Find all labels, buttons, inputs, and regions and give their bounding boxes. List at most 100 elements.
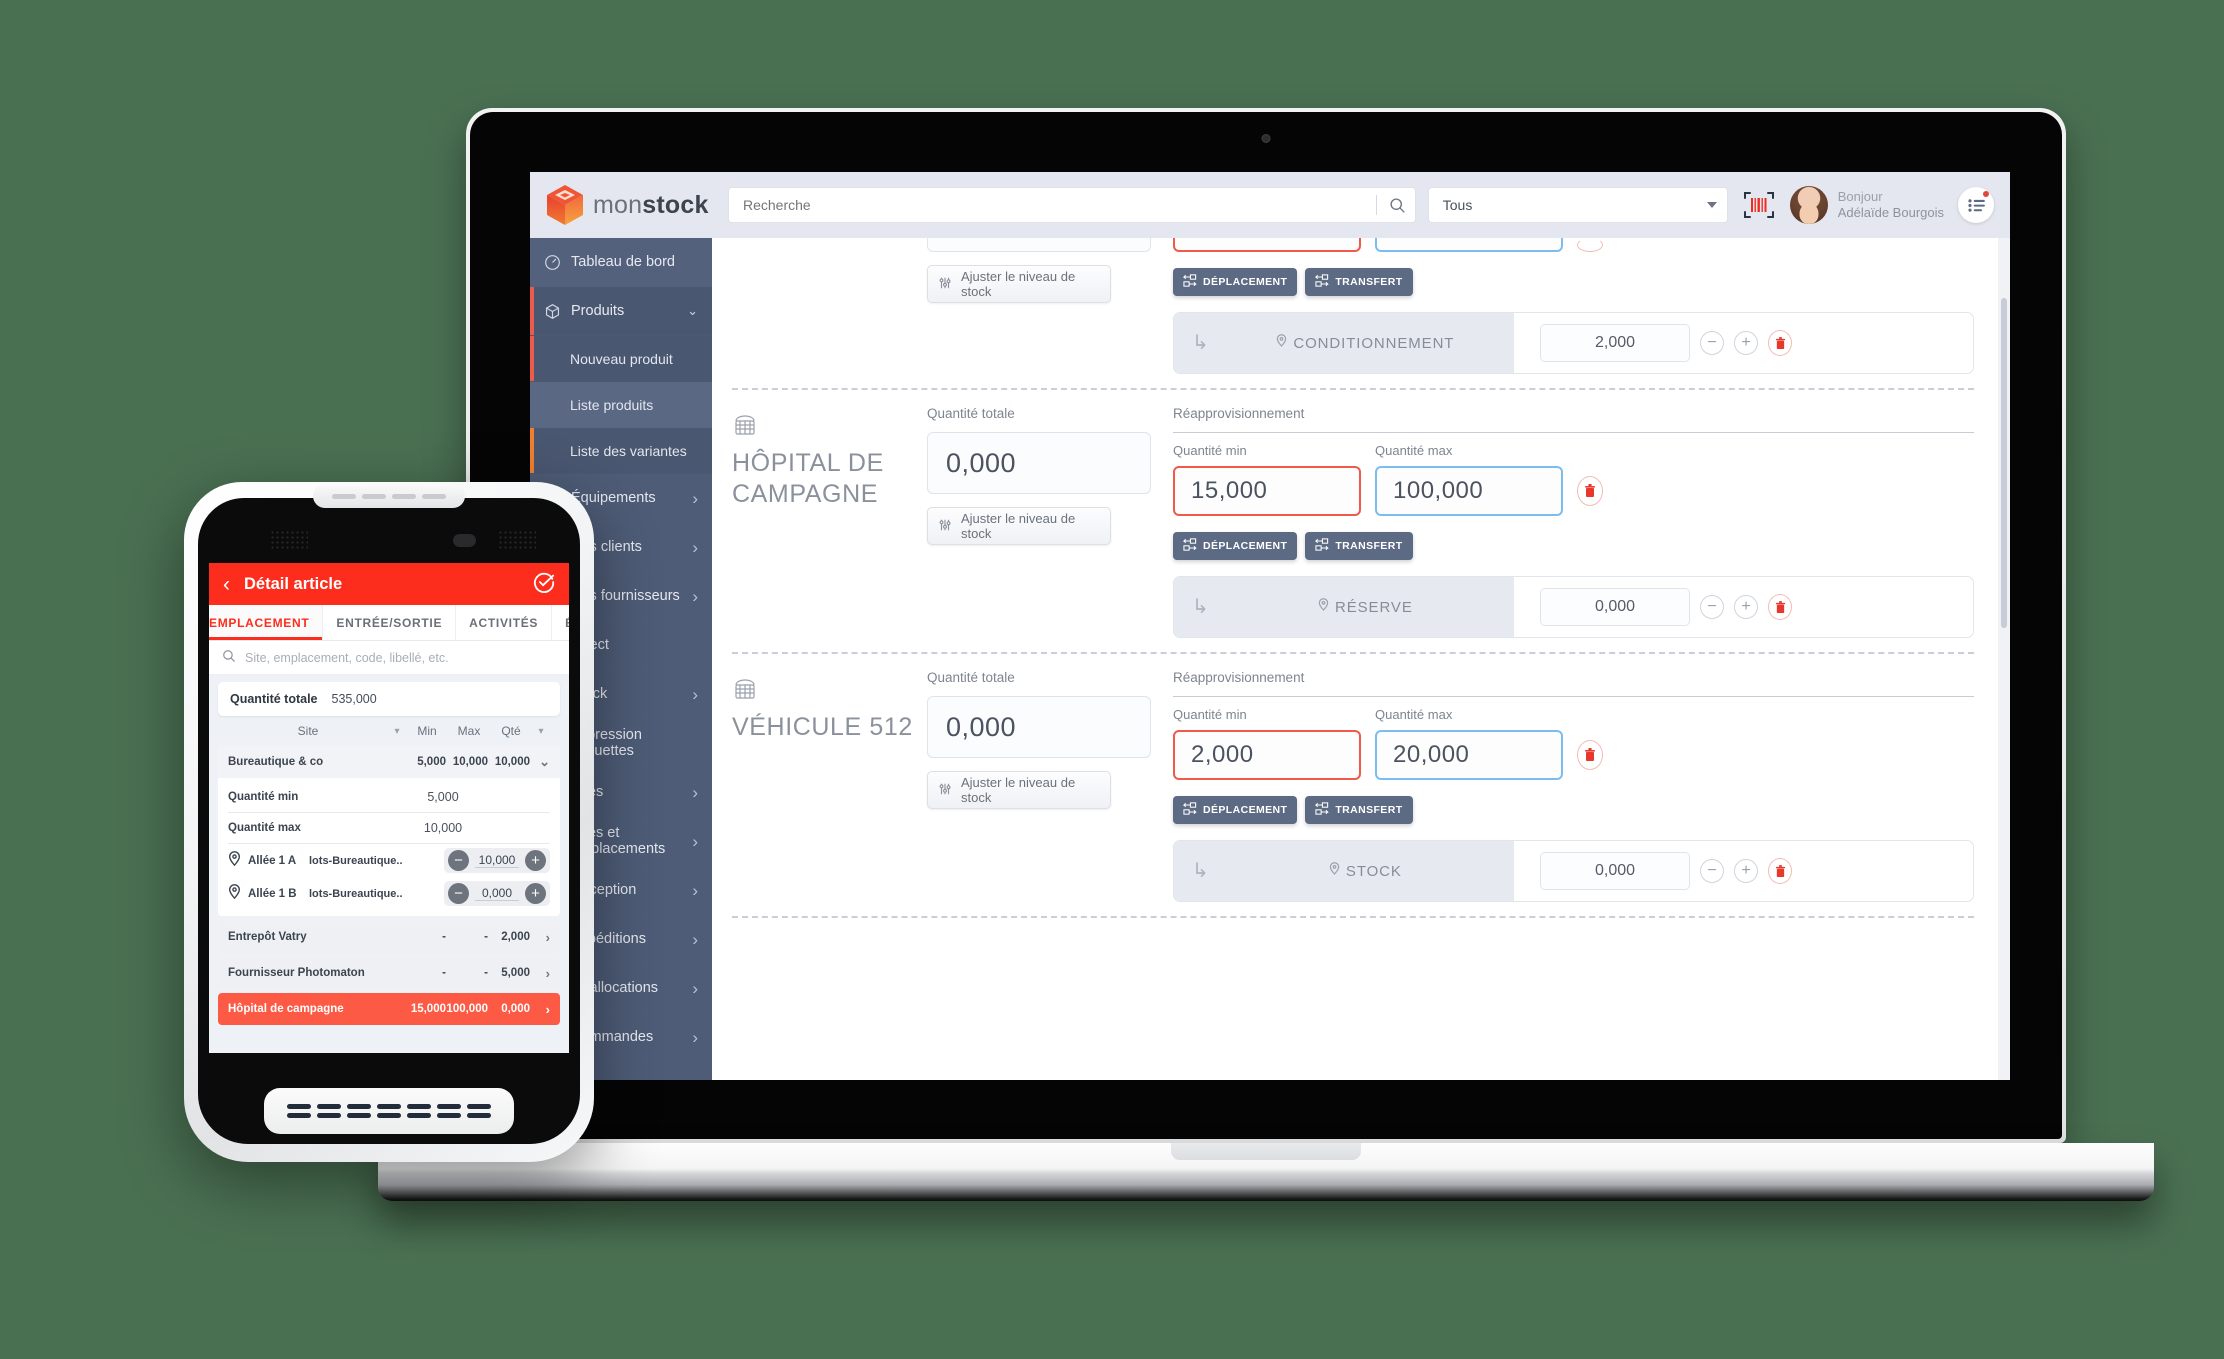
delete-site-button[interactable] xyxy=(1577,740,1603,770)
webcam-icon xyxy=(1261,134,1271,143)
quantite-min-input[interactable] xyxy=(1173,238,1361,252)
minus-icon[interactable]: − xyxy=(448,850,469,871)
qty-value[interactable]: 10,000 xyxy=(475,853,519,868)
detail-min-value[interactable]: 5,000 xyxy=(336,790,550,804)
quantite-max-input[interactable]: 20,000 xyxy=(1375,730,1563,780)
sort-icon-site[interactable]: ▾ xyxy=(388,726,406,737)
total-input-partial[interactable] xyxy=(927,238,1151,252)
quantite-min-input[interactable]: 2,000 xyxy=(1173,730,1361,780)
search-input[interactable] xyxy=(743,197,1368,213)
quantite-totale-input[interactable]: 0,000 xyxy=(927,432,1151,494)
chevron-right-icon: › xyxy=(692,537,698,557)
chevron-right-icon[interactable]: › xyxy=(530,966,550,981)
quantite-totale-input[interactable]: 0,000 xyxy=(927,696,1151,758)
header-max: Max xyxy=(457,724,481,738)
minus-icon[interactable]: − xyxy=(1700,859,1724,883)
quantite-max-input[interactable]: 100,000 xyxy=(1375,466,1563,516)
location-qty-input[interactable]: 2,000 xyxy=(1540,324,1690,362)
table-row[interactable]: Entrepôt Vatry - - 2,000 › xyxy=(218,921,560,953)
detail-min-label: Quantité min xyxy=(228,791,299,803)
minus-icon[interactable]: − xyxy=(448,883,469,904)
sidebar-item-tableau-de-bord[interactable]: Tableau de bord xyxy=(530,238,712,287)
deplacement-button[interactable]: DÉPLACEMENT xyxy=(1173,532,1298,560)
phone-search-bar[interactable]: Site, emplacement, code, libellé, etc. xyxy=(209,641,569,675)
list-menu-icon[interactable] xyxy=(1958,187,1994,223)
screenshot-stage: monstock Recherche Tous Bonjour Adélaïde… xyxy=(0,0,2224,1359)
chevron-right-icon[interactable]: › xyxy=(530,1002,550,1017)
site-label xyxy=(732,238,927,374)
branch-arrow-icon: ↳ xyxy=(1192,332,1209,354)
header-site: Site xyxy=(297,724,319,738)
delete-location-button[interactable] xyxy=(1768,330,1792,356)
quantite-max-label: Quantité max xyxy=(1375,443,1453,458)
chevron-up-icon[interactable]: ⌄ xyxy=(530,754,550,770)
laptop-device: monstock Recherche Tous Bonjour Adélaïde… xyxy=(378,108,2154,1201)
delete-site-button[interactable] xyxy=(1577,476,1603,506)
map-pin-icon xyxy=(1329,862,1340,880)
search-divider xyxy=(1375,195,1377,215)
brand-text: monstock xyxy=(593,191,709,220)
sidebar-item-produits[interactable]: Produits ⌄ xyxy=(530,287,712,336)
sort-icon-qte[interactable]: ▾ xyxy=(532,726,550,737)
check-circle-icon[interactable] xyxy=(533,571,555,598)
search-bar[interactable] xyxy=(728,187,1416,223)
greeting-text: Bonjour xyxy=(1837,189,1883,204)
quantite-max-input[interactable] xyxy=(1375,238,1563,252)
sidebar-subitem-nouveau-produit[interactable]: Nouveau produit xyxy=(530,336,712,382)
chevron-left-icon[interactable]: ‹ xyxy=(223,574,230,595)
adjust-stock-button[interactable]: Ajuster le niveau de stock xyxy=(927,507,1111,545)
transfert-button[interactable]: TRANSFERT xyxy=(1305,268,1413,296)
row-qte: 0,000 xyxy=(501,1003,530,1015)
plus-icon[interactable]: + xyxy=(1734,859,1758,883)
plus-icon[interactable]: + xyxy=(1734,595,1758,619)
location-right: 2,000 − + xyxy=(1514,324,1973,362)
minus-icon[interactable]: − xyxy=(1700,331,1724,355)
table-row[interactable]: Bureautique & co 5,000 10,000 10,000 ⌄ xyxy=(218,746,560,778)
submenu-indicator xyxy=(530,428,534,473)
scrollbar-thumb[interactable] xyxy=(2001,298,2007,628)
phone-screen: ‹ Détail article EMPLACEMENT ENTRÉE/SORT… xyxy=(209,563,569,1053)
filter-select[interactable]: Tous xyxy=(1427,187,1728,223)
chevron-right-icon[interactable]: › xyxy=(530,930,550,945)
map-pin-icon xyxy=(228,850,241,871)
transfert-button[interactable]: TRANSFERT xyxy=(1305,532,1413,560)
brand-logo[interactable]: monstock xyxy=(546,184,728,226)
table-row[interactable]: Hôpital de campagne 15,000 100,000 0,000… xyxy=(218,993,560,1025)
delete-location-button[interactable] xyxy=(1768,858,1792,884)
tab-equivalent[interactable]: ÉQUIVALENT xyxy=(552,605,569,640)
quantite-min-input[interactable]: 15,000 xyxy=(1173,466,1361,516)
sidebar-subitem-liste-des-variantes[interactable]: Liste des variantes xyxy=(530,428,712,474)
header-qte: Qté xyxy=(501,724,521,738)
qty-value[interactable]: 0,000 xyxy=(475,886,519,901)
map-pin-icon xyxy=(1318,598,1329,616)
deplacement-button[interactable]: DÉPLACEMENT xyxy=(1173,796,1298,824)
adjust-stock-label: Ajuster le niveau de stock xyxy=(961,775,1076,805)
adjust-stock-button[interactable]: Ajuster le niveau de stock xyxy=(927,771,1111,809)
sidebar-item-label: Tableau de bord xyxy=(571,254,675,270)
minus-icon[interactable]: − xyxy=(1700,595,1724,619)
tab-entree-sortie[interactable]: ENTRÉE/SORTIE xyxy=(323,605,457,640)
table-row[interactable]: Fournisseur Photomaton - - 5,000 › xyxy=(218,957,560,989)
avatar[interactable] xyxy=(1789,186,1828,224)
location-qty-input[interactable]: 0,000 xyxy=(1540,588,1690,626)
barcode-scan-icon[interactable] xyxy=(1742,189,1776,221)
detail-max-value[interactable]: 10,000 xyxy=(336,821,550,835)
deplacement-button[interactable]: DÉPLACEMENT xyxy=(1173,268,1298,296)
plus-icon[interactable]: + xyxy=(1734,331,1758,355)
cube-logo-icon xyxy=(546,184,584,226)
adjust-stock-button[interactable]: Ajuster le niveau de stock xyxy=(927,265,1111,303)
location-qty-input[interactable]: 0,000 xyxy=(1540,852,1690,890)
divider xyxy=(1173,696,1974,697)
plus-icon[interactable]: + xyxy=(525,883,546,904)
phone-header: ‹ Détail article xyxy=(209,563,569,605)
transfert-button[interactable]: TRANSFERT xyxy=(1305,796,1413,824)
search-icon[interactable] xyxy=(1385,192,1411,218)
tab-emplacement[interactable]: EMPLACEMENT xyxy=(209,605,324,640)
max-field: Quantité max 20,000 xyxy=(1375,707,1563,780)
delete-site-button[interactable] xyxy=(1577,238,1603,252)
content-scrollbar[interactable] xyxy=(1998,238,2010,1080)
sidebar-subitem-liste-produits[interactable]: Liste produits xyxy=(530,382,712,428)
tab-activites[interactable]: ACTIVITÉS xyxy=(456,605,553,640)
delete-location-button[interactable] xyxy=(1768,594,1792,620)
plus-icon[interactable]: + xyxy=(525,850,546,871)
